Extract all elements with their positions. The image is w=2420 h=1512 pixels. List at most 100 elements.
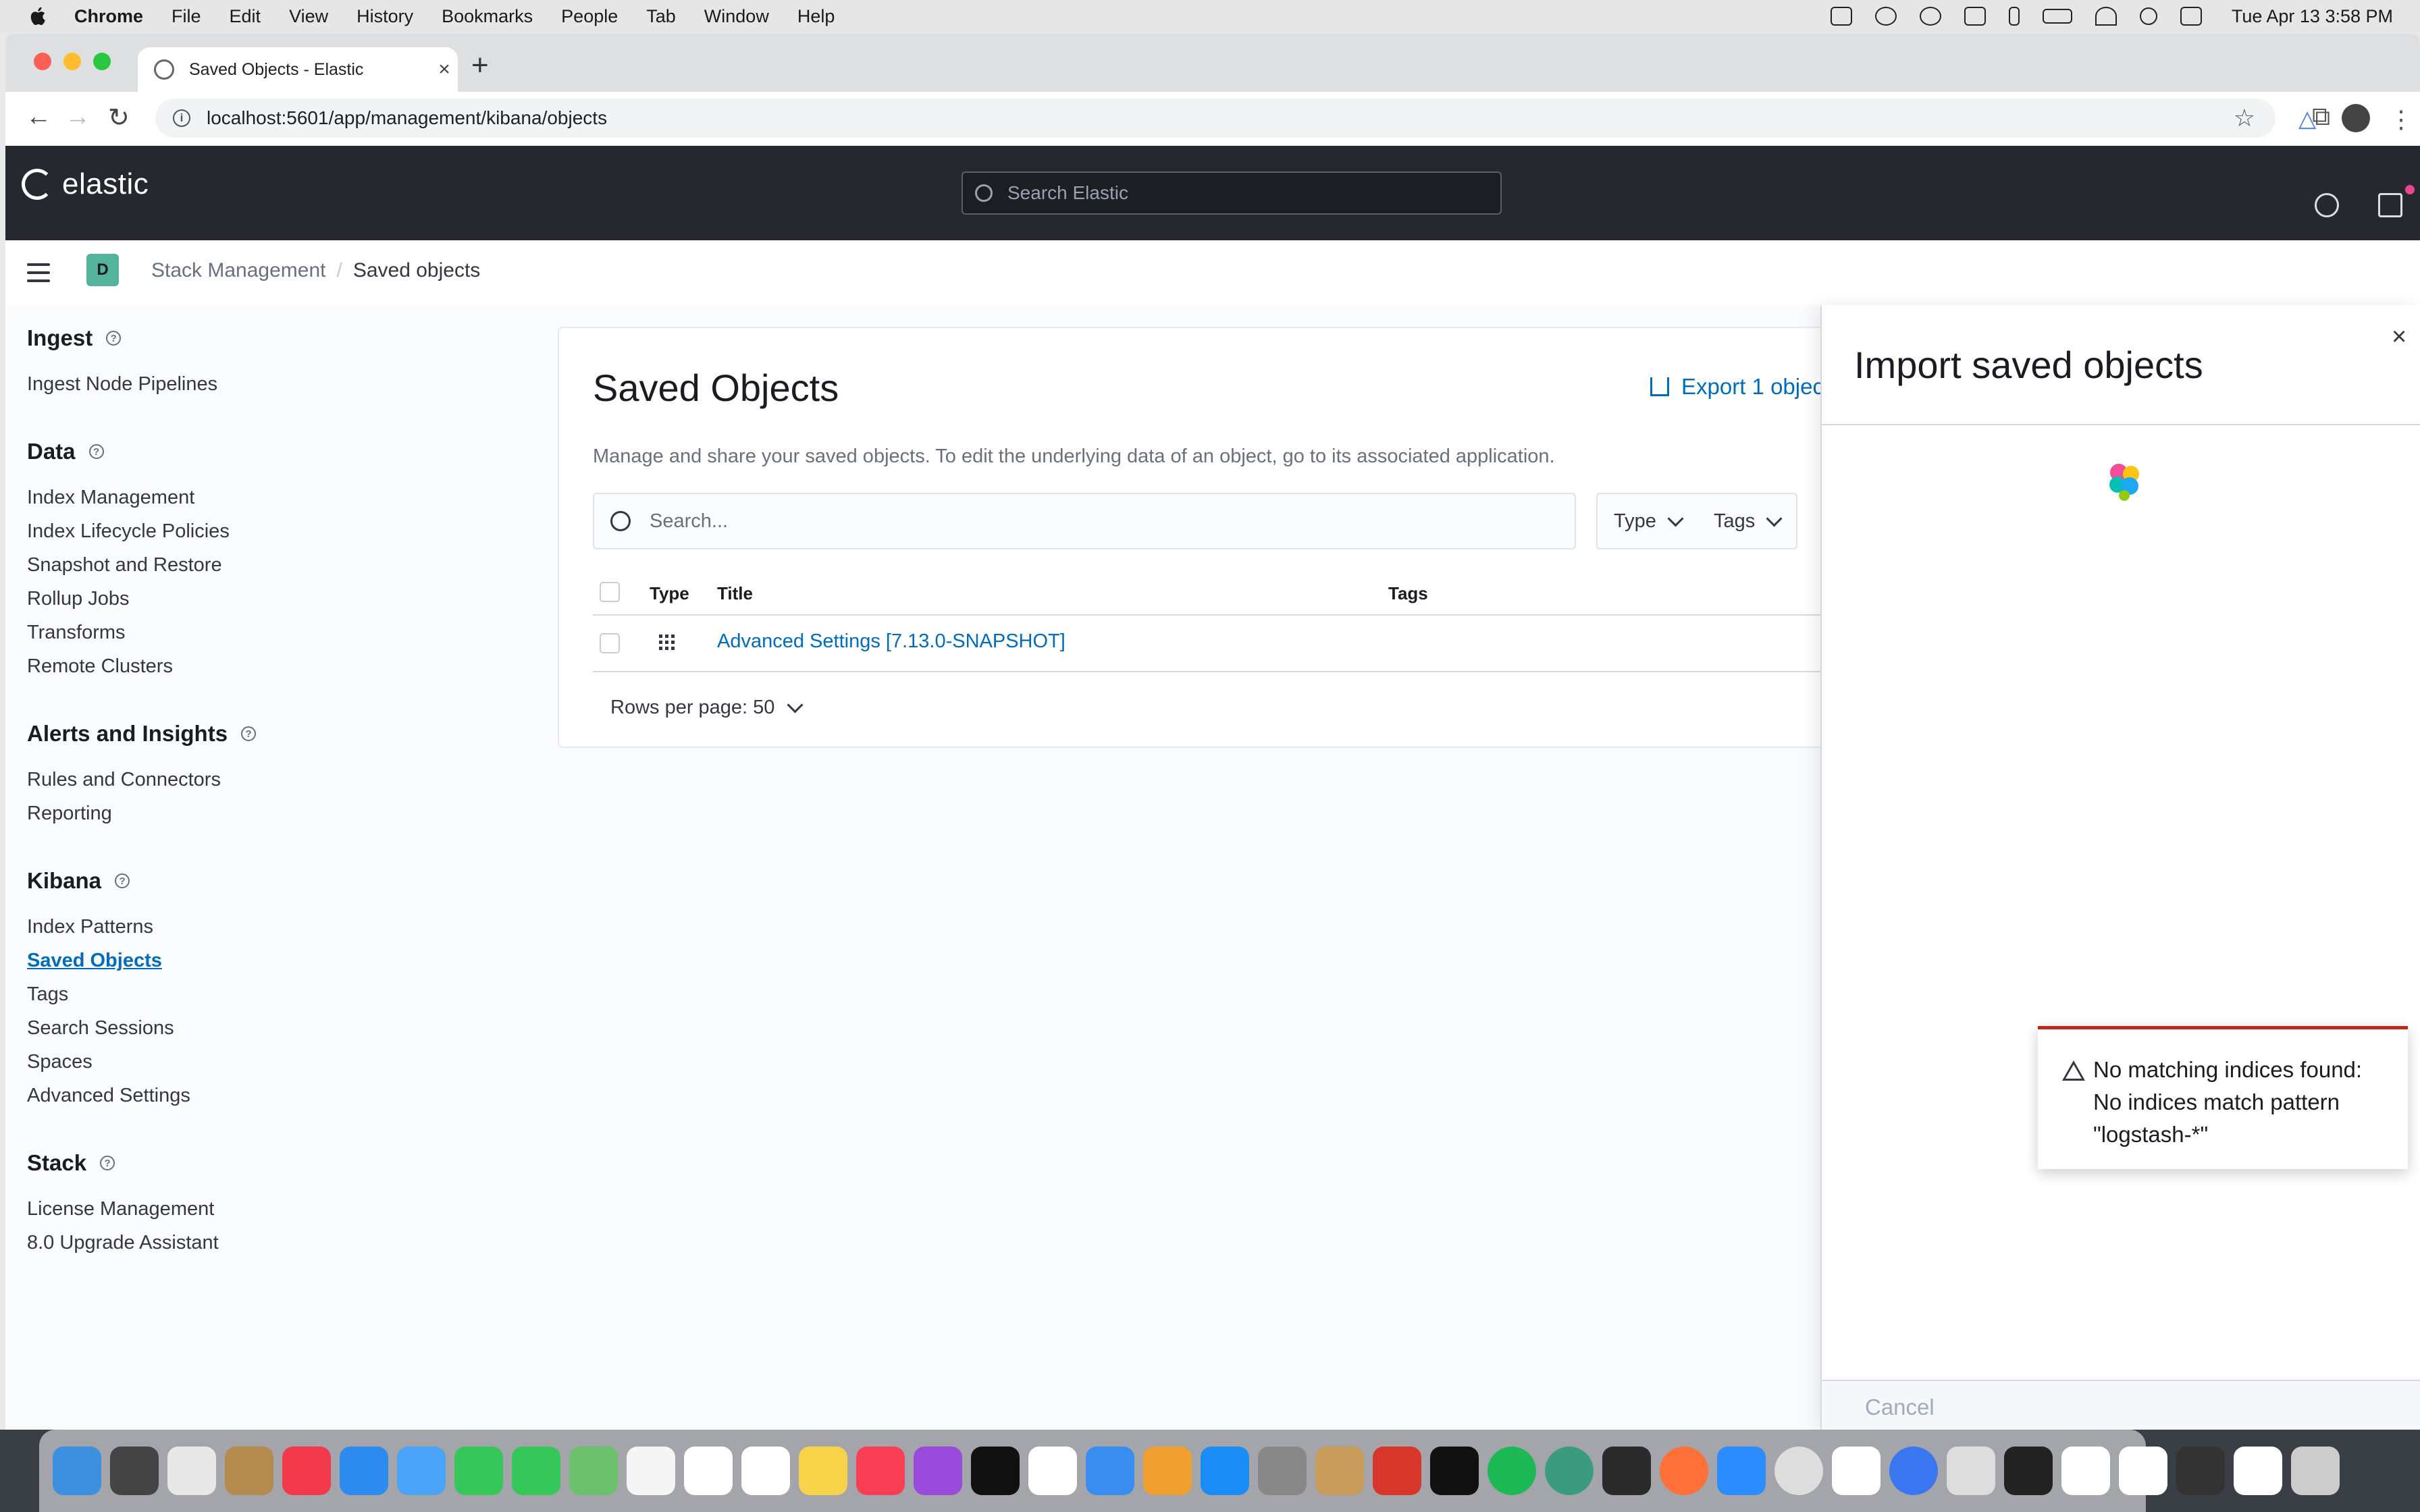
- document-icon[interactable]: [1947, 1447, 1995, 1495]
- pages-icon[interactable]: [1143, 1447, 1192, 1495]
- close-tab-icon[interactable]: ×: [431, 58, 458, 81]
- calendar-icon[interactable]: [684, 1447, 733, 1495]
- sidebar-item-index-lifecycle-policies[interactable]: Index Lifecycle Policies: [27, 514, 540, 548]
- type-filter-button[interactable]: Type: [1596, 493, 1699, 549]
- firefox-icon[interactable]: [1660, 1447, 1708, 1495]
- notes-icon[interactable]: [799, 1447, 847, 1495]
- profile-avatar[interactable]: [2342, 104, 2370, 132]
- menu-help[interactable]: Help: [797, 6, 835, 27]
- spotlight-search-icon[interactable]: [2139, 7, 2157, 25]
- menu-edit[interactable]: Edit: [230, 6, 261, 27]
- reload-icon[interactable]: ↻: [108, 103, 130, 133]
- row-title-link[interactable]: Advanced Settings [7.13.0-SNAPSHOT]: [717, 630, 1066, 653]
- bluetooth-icon[interactable]: [2008, 7, 2020, 26]
- apple-tv-icon[interactable]: [971, 1447, 1020, 1495]
- news-icon[interactable]: [282, 1447, 331, 1495]
- photos-icon[interactable]: [627, 1447, 675, 1495]
- menu-clock[interactable]: Tue Apr 13 3:58 PM: [2232, 6, 2393, 27]
- menu-bookmarks[interactable]: Bookmarks: [442, 6, 533, 27]
- maximize-window-button[interactable]: [93, 53, 111, 70]
- menu-tab[interactable]: Tab: [646, 6, 676, 27]
- menu-history[interactable]: History: [357, 6, 413, 27]
- safari-icon[interactable]: [340, 1447, 388, 1495]
- sidebar-item-upgrade-assistant[interactable]: 8.0 Upgrade Assistant: [27, 1226, 540, 1260]
- system-preferences-icon[interactable]: [1258, 1447, 1307, 1495]
- keynote-icon[interactable]: [1086, 1447, 1134, 1495]
- error-toast[interactable]: No matching indices found: No indices ma…: [2038, 1026, 2408, 1169]
- messages-icon[interactable]: [512, 1447, 560, 1495]
- app-store-icon[interactable]: [1201, 1447, 1249, 1495]
- export-button[interactable]: Export 1 objec: [1650, 374, 1824, 400]
- sidebar-item-index-patterns[interactable]: Index Patterns: [27, 910, 540, 944]
- menu-file[interactable]: File: [172, 6, 201, 27]
- menu-view[interactable]: View: [289, 6, 328, 27]
- help-icon[interactable]: ?: [115, 873, 130, 888]
- objects-search-input[interactable]: Search...: [593, 493, 1576, 549]
- help-icon[interactable]: ?: [100, 1156, 115, 1170]
- minimize-window-button[interactable]: [63, 53, 81, 70]
- apps-grid-icon[interactable]: [167, 1447, 216, 1495]
- menu-chrome[interactable]: Chrome: [74, 6, 143, 27]
- reminders-icon[interactable]: [741, 1447, 790, 1495]
- sidebar-item-search-sessions[interactable]: Search Sessions: [27, 1011, 540, 1045]
- slack-icon[interactable]: [1832, 1447, 1880, 1495]
- help-icon[interactable]: ?: [88, 444, 104, 459]
- pdf-icon[interactable]: [1373, 1447, 1421, 1495]
- terminal-icon[interactable]: [1430, 1447, 1479, 1495]
- control-center-icon[interactable]: [2180, 7, 2202, 26]
- podcasts-icon[interactable]: [914, 1447, 962, 1495]
- space-avatar[interactable]: D: [86, 254, 119, 286]
- bookmark-star-icon[interactable]: ☆: [2234, 104, 2255, 132]
- newsfeed-icon[interactable]: [2378, 193, 2402, 217]
- play-icon[interactable]: [1874, 7, 1897, 26]
- address-bar[interactable]: i localhost:5601/app/management/kibana/o…: [155, 99, 2276, 138]
- window-thumbnail-icon[interactable]: [2004, 1447, 2053, 1495]
- help-icon[interactable]: ?: [106, 331, 122, 346]
- site-info-icon[interactable]: i: [173, 109, 190, 127]
- browser-tab[interactable]: Saved Objects - Elastic ×: [138, 47, 458, 92]
- tags-filter-button[interactable]: Tags: [1698, 493, 1798, 549]
- menu-people[interactable]: People: [561, 6, 618, 27]
- screen-record-icon[interactable]: [1830, 7, 1852, 26]
- cancel-button[interactable]: Cancel: [1865, 1395, 1935, 1420]
- window-thumbnail-icon[interactable]: [2061, 1447, 2110, 1495]
- close-icon[interactable]: ×: [2392, 323, 2406, 352]
- sidebar-item-rollup-jobs[interactable]: Rollup Jobs: [27, 582, 540, 616]
- window-thumbnail-icon[interactable]: [2234, 1447, 2282, 1495]
- sidebar-item-reporting[interactable]: Reporting: [27, 796, 540, 830]
- sidebar-item-license-management[interactable]: License Management: [27, 1192, 540, 1226]
- apple-icon[interactable]: [27, 5, 50, 28]
- new-tab-icon[interactable]: +: [471, 49, 489, 82]
- elastic-logo[interactable]: elastic: [22, 167, 149, 201]
- select-all-checkbox[interactable]: [600, 582, 620, 602]
- sidebar-item-transforms[interactable]: Transforms: [27, 616, 540, 649]
- chrome-menu-icon[interactable]: ⋮: [2389, 105, 2413, 134]
- sidebar-item-ingest-node-pipelines[interactable]: Ingest Node Pipelines: [27, 367, 540, 401]
- sidebar-item-remote-clusters[interactable]: Remote Clusters: [27, 649, 540, 683]
- column-title[interactable]: Title: [717, 583, 753, 604]
- info-status-icon[interactable]: [1919, 7, 1941, 26]
- window-thumbnail-icon[interactable]: [2176, 1447, 2225, 1495]
- back-arrow-icon[interactable]: ←: [26, 103, 51, 132]
- global-search-input[interactable]: Search Elastic: [962, 171, 1502, 215]
- forward-arrow-icon[interactable]: →: [65, 103, 90, 132]
- paint-icon[interactable]: [1315, 1447, 1364, 1495]
- menu-hamburger-icon[interactable]: [27, 263, 50, 288]
- sidebar-item-spaces[interactable]: Spaces: [27, 1045, 540, 1079]
- sidebar-item-index-management[interactable]: Index Management: [27, 481, 540, 514]
- spotify-icon[interactable]: [1488, 1447, 1536, 1495]
- help-icon[interactable]: ?: [241, 726, 257, 741]
- wifi-icon[interactable]: [2095, 7, 2117, 26]
- window-thumbnail-icon[interactable]: [2119, 1447, 2167, 1495]
- sidebar-item-tags[interactable]: Tags: [27, 977, 540, 1011]
- zoom-icon[interactable]: [1717, 1447, 1766, 1495]
- finder-icon[interactable]: [53, 1447, 101, 1495]
- keyboard-icon[interactable]: [1964, 7, 1986, 26]
- signal-icon[interactable]: [1889, 1447, 1938, 1495]
- url-text[interactable]: localhost:5601/app/management/kibana/obj…: [207, 107, 607, 129]
- close-window-button[interactable]: [34, 53, 51, 70]
- trash-icon[interactable]: [2291, 1447, 2340, 1495]
- chrome-icon[interactable]: [1774, 1447, 1823, 1495]
- battery-icon[interactable]: [2042, 9, 2072, 24]
- blender-icon[interactable]: [1602, 1447, 1651, 1495]
